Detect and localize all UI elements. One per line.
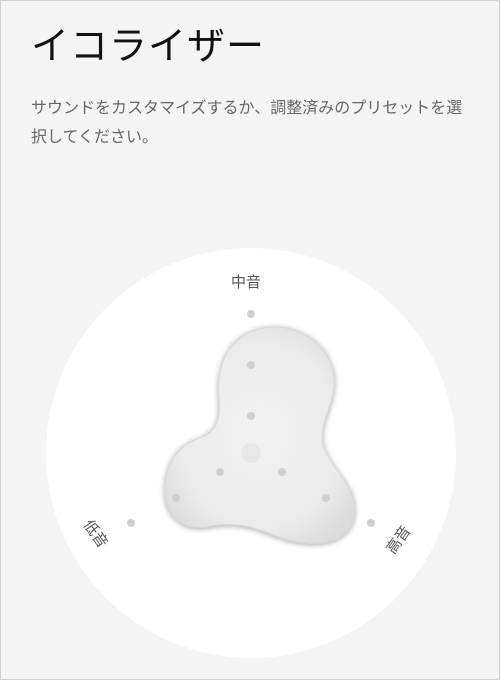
- high-band-dot-outer: [367, 519, 375, 527]
- mid-band-dot[interactable]: [247, 361, 255, 369]
- mid-band-dot-outer: [247, 310, 255, 318]
- high-band-dot-inner: [278, 468, 286, 476]
- equalizer-dial[interactable]: [1, 1, 500, 680]
- high-band-dot[interactable]: [322, 494, 330, 502]
- equalizer-control[interactable]: 中音 低音 高音: [1, 1, 500, 680]
- low-band-dot[interactable]: [172, 494, 180, 502]
- mid-band-label: 中音: [231, 273, 262, 291]
- center-handle[interactable]: [241, 443, 261, 463]
- low-band-dot-outer: [127, 519, 135, 527]
- equalizer-screen: イコライザー サウンドをカスタマイズするか、調整済みのプリセットを選択してくださ…: [0, 0, 500, 680]
- low-band-dot-inner: [216, 468, 224, 476]
- mid-band-dot-inner: [247, 412, 255, 420]
